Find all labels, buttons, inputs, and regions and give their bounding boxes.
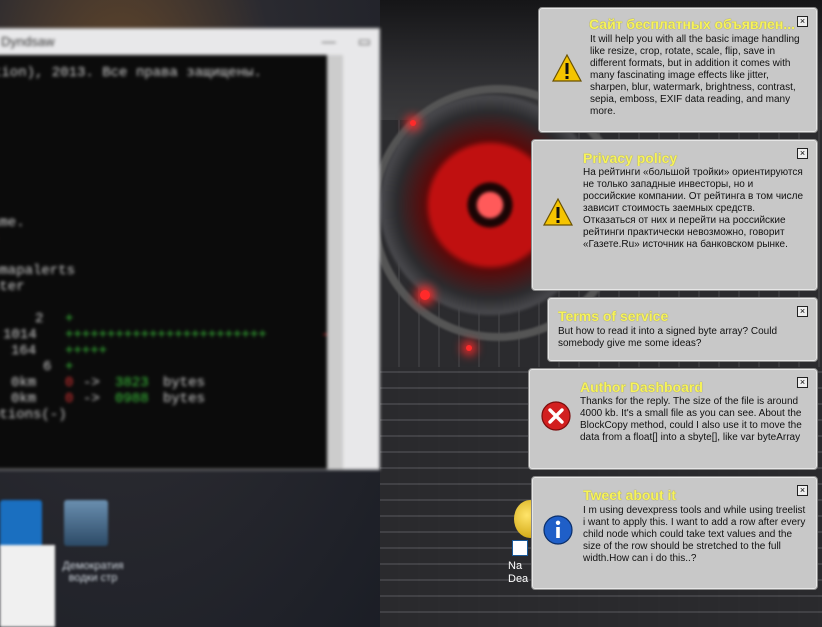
notification-popup[interactable]: Tweet about it × I m using devexpress to…: [531, 476, 818, 590]
notification-popup[interactable]: Author Dashboard × Thanks for the reply.…: [528, 368, 818, 470]
console-output[interactable]: tion), 2013. Все права защищены. ame. ) …: [0, 55, 343, 469]
warning-icon: [542, 197, 574, 226]
notification-title: Сайт бесплатных объявлен...: [589, 16, 795, 32]
close-icon[interactable]: ×: [797, 485, 808, 496]
console-line: nmapalerts: [0, 263, 76, 279]
close-icon[interactable]: ×: [797, 377, 808, 388]
minimize-icon[interactable]: —: [322, 33, 336, 50]
console-line: ptions(-): [0, 407, 67, 423]
console-line: ster: [0, 279, 25, 295]
console-window[interactable]: Dyndsaw — ▭ tion), 2013. Все права защищ…: [0, 28, 380, 470]
notification-title: Privacy policy: [583, 150, 678, 166]
console-line: ame.: [0, 215, 25, 231]
warning-icon: [551, 53, 583, 82]
error-icon: [541, 401, 571, 431]
desktop-panel: [0, 545, 55, 627]
close-icon[interactable]: ×: [797, 16, 808, 27]
wifi-icon[interactable]: [0, 500, 42, 548]
console-line: 2: [35, 311, 44, 327]
console-title: Dyndsaw: [1, 33, 55, 49]
notification-body: It will help you with all the basic imag…: [590, 34, 800, 117]
console-line: 6: [43, 359, 52, 375]
shortcut-arrow-icon: [512, 540, 528, 556]
console-line: 0km: [11, 391, 37, 407]
notification-body: I m using devexpress tools and while usi…: [583, 505, 806, 564]
notification-body: На рейтинги «большой тройки» ориентируют…: [583, 167, 804, 250]
desktop-shortcut-icon[interactable]: [64, 500, 108, 546]
notification-title: Tweet about it: [583, 487, 677, 503]
close-icon[interactable]: ×: [797, 306, 808, 317]
desktop-icon-label[interactable]: Демократия водки стр: [48, 560, 138, 584]
info-icon: [543, 515, 573, 545]
console-line: tion), 2013. Все права защищены.: [0, 65, 262, 81]
notification-popup[interactable]: Terms of service × But how to read it in…: [547, 297, 818, 362]
window-controls: — ▭: [322, 33, 371, 50]
console-line: 0km: [11, 375, 37, 391]
maximize-icon[interactable]: ▭: [358, 33, 371, 50]
console-scrollbar[interactable]: [327, 55, 343, 469]
close-icon[interactable]: ×: [797, 148, 808, 159]
notification-popup[interactable]: Сайт бесплатных объявлен... × It will he…: [538, 7, 818, 133]
notification-popup[interactable]: Privacy policy × На рейтинги «большой тр…: [531, 139, 818, 291]
notification-body: Thanks for the reply. The size of the fi…: [580, 396, 802, 443]
console-line: 164: [11, 343, 37, 359]
notification-title: Author Dashboard: [580, 379, 703, 395]
notification-title: Terms of service: [558, 308, 669, 324]
notification-body: But how to read it into a signed byte ar…: [558, 326, 778, 349]
console-line: 1014: [3, 327, 37, 343]
